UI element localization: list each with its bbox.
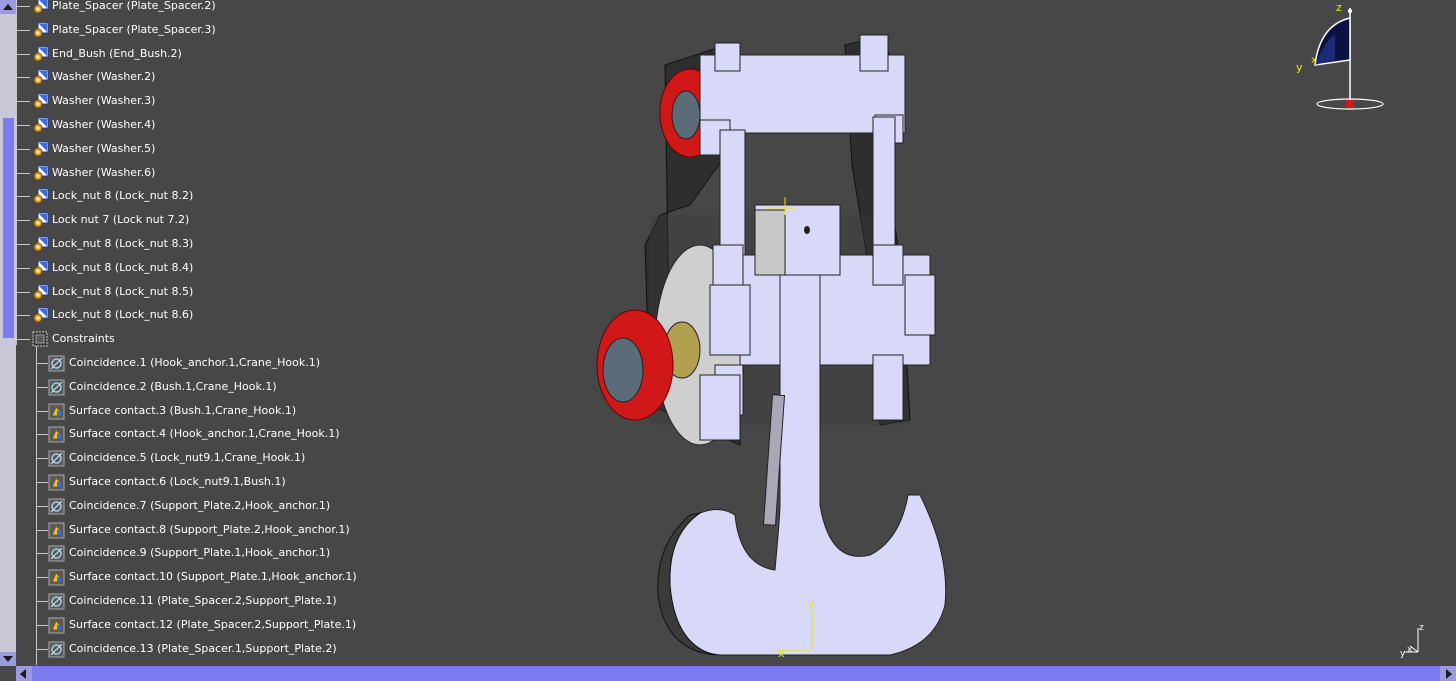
- constraint-label: Surface contact.10 (Support_Plate.1,Hook…: [69, 570, 357, 584]
- mini-axis-x-label: x: [1407, 645, 1413, 655]
- constraint-label: Coincidence.9 (Support_Plate.1,Hook_anch…: [69, 546, 331, 560]
- compass-z-label: z: [1336, 1, 1342, 14]
- part-instance-icon: [33, 141, 49, 157]
- tree-node-label: Washer (Washer.4): [52, 118, 156, 131]
- surface-contact-icon: [48, 617, 65, 634]
- scroll-left-button[interactable]: [16, 666, 32, 681]
- horizontal-scrollbar[interactable]: [16, 666, 1456, 681]
- tree-node-label: Washer (Washer.6): [52, 165, 156, 179]
- scroll-right-button[interactable]: [1440, 666, 1456, 681]
- part-instance-icon: [33, 46, 49, 62]
- tree-node-label: Washer (Washer.5): [52, 141, 156, 155]
- coincidence-icon: [48, 379, 65, 396]
- part-instance-icon: [33, 22, 49, 38]
- constraint-label: Surface contact.4 (Hook_anchor.1,Crane_H…: [69, 427, 340, 441]
- coincidence-icon: [48, 355, 65, 372]
- constraint-label: Surface contact.8 (Support_Plate.2,Hook_…: [69, 522, 350, 536]
- part-instance-icon: [33, 0, 49, 14]
- arrow-left-icon: [20, 669, 26, 679]
- surface-contact-icon: [48, 426, 65, 443]
- constraint-label: Surface contact.6 (Lock_nut9.1,Bush.1): [69, 475, 286, 488]
- crane-hook-assembly-model[interactable]: y x: [590, 25, 970, 665]
- part-instance-icon: [33, 188, 49, 204]
- constraints-folder-icon: [32, 331, 48, 347]
- surface-contact-icon: [48, 474, 65, 491]
- scroll-up-button[interactable]: [0, 0, 16, 14]
- tree-node-label: Plate_Spacer (Plate_Spacer.2): [52, 0, 216, 12]
- model-axis-x-label: x: [778, 647, 785, 660]
- mini-axis-y-label: y: [1400, 649, 1406, 658]
- part-instance-icon: [33, 284, 49, 300]
- constraints-label: Constraints: [52, 332, 115, 345]
- compass-x-label: x: [1311, 55, 1317, 66]
- 3d-viewport[interactable]: y x Plate_Spacer (Plate_Spacer.2) Plate_S…: [0, 0, 1456, 681]
- coincidence-icon: [48, 593, 65, 610]
- tree-node-label: Lock nut 7 (Lock nut 7.2): [52, 213, 190, 227]
- constraint-label: Surface contact.3 (Bush.1,Crane_Hook.1): [69, 403, 297, 417]
- tree-node-label: Lock_nut 8 (Lock_nut 8.5): [52, 284, 194, 298]
- mini-axis-triad: z y x: [1400, 623, 1424, 658]
- compass-widget[interactable]: z y x: [1290, 0, 1390, 115]
- vertical-scroll-thumb[interactable]: [3, 118, 14, 338]
- constraint-label: Coincidence.11 (Plate_Spacer.2,Support_P…: [69, 594, 337, 607]
- constraint-label: Surface contact.12 (Plate_Spacer.2,Suppo…: [69, 617, 357, 631]
- model-axis-y-label: y: [808, 597, 815, 610]
- arrow-up-icon: [3, 4, 13, 10]
- part-instance-icon: [33, 212, 49, 228]
- mini-axis-z-label: z: [1419, 623, 1424, 633]
- scroll-down-button[interactable]: [0, 652, 16, 666]
- tree-vertical-scrollbar[interactable]: [0, 0, 16, 666]
- surface-contact-icon: [48, 403, 65, 420]
- constraint-label: Coincidence.7 (Support_Plate.2,Hook_anch…: [69, 498, 331, 512]
- constraint-label: Coincidence.13 (Plate_Spacer.1,Support_P…: [69, 641, 337, 655]
- constraint-label: Coincidence.5 (Lock_nut9.1,Crane_Hook.1): [69, 451, 306, 465]
- tree-node-label: End_Bush (End_Bush.2): [52, 46, 182, 60]
- part-instance-icon: [33, 117, 49, 133]
- tree-node-label: Plate_Spacer (Plate_Spacer.3): [52, 22, 216, 36]
- compass-y-label: y: [1296, 61, 1303, 74]
- tree-node-label: Washer (Washer.3): [52, 94, 156, 108]
- tree-node-label: Lock_nut 8 (Lock_nut 8.2): [52, 189, 194, 203]
- surface-contact-icon: [48, 522, 65, 539]
- constraint-label: Coincidence.1 (Hook_anchor.1,Crane_Hook.…: [69, 356, 321, 369]
- tree-node-label: Washer (Washer.2): [52, 70, 156, 84]
- arrow-right-icon: [1446, 669, 1452, 679]
- part-instance-icon: [33, 236, 49, 252]
- part-instance-icon: [33, 69, 49, 85]
- tree-node-label: Lock_nut 8 (Lock_nut 8.6): [52, 308, 194, 322]
- tree-node-label: Lock_nut 8 (Lock_nut 8.3): [52, 237, 194, 250]
- part-instance-icon: [33, 260, 49, 276]
- constraint-label: Coincidence.2 (Bush.1,Crane_Hook.1): [69, 379, 277, 393]
- coincidence-icon: [48, 450, 65, 467]
- tree-node-label: Lock_nut 8 (Lock_nut 8.4): [52, 260, 194, 274]
- part-instance-icon: [33, 307, 49, 323]
- arrow-down-icon: [3, 656, 13, 662]
- surface-contact-icon: [48, 569, 65, 586]
- part-instance-icon: [33, 165, 49, 181]
- coincidence-icon: [48, 641, 65, 658]
- coincidence-icon: [48, 498, 65, 515]
- coincidence-icon: [48, 545, 65, 562]
- part-instance-icon: [33, 93, 49, 109]
